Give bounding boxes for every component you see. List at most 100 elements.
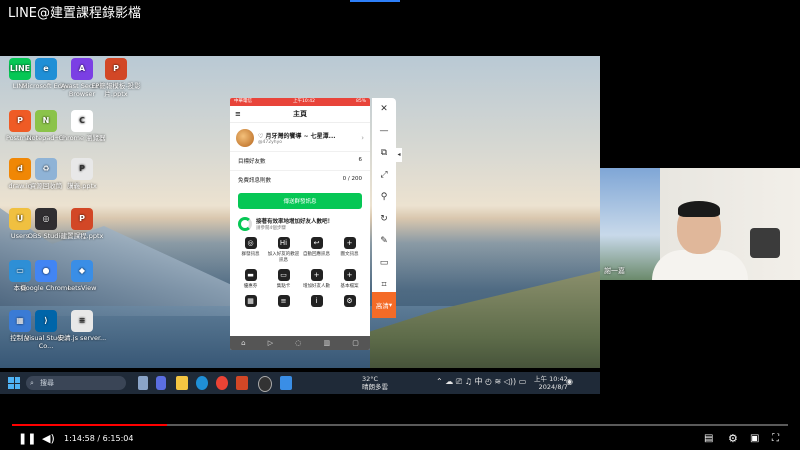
file-explorer-icon[interactable] bbox=[176, 376, 188, 390]
volume-icon[interactable]: ◀) bbox=[42, 432, 55, 446]
weather-widget[interactable]: 32°C 晴朗多雲 bbox=[362, 375, 388, 391]
screenshot-icon[interactable]: ⧉ bbox=[372, 142, 396, 164]
feature-grid-item[interactable]: + 基本檔案 bbox=[333, 269, 366, 289]
feature-grid-item[interactable]: + 增加好友人數 bbox=[300, 269, 333, 289]
ime-indicator: 中 bbox=[474, 377, 483, 386]
office-chair bbox=[750, 228, 780, 258]
pen-icon[interactable]: ✎ bbox=[372, 230, 396, 252]
messages-row[interactable]: 免費訊息則數 0 / 200 bbox=[230, 170, 370, 189]
mirror-toolbar: ✕ — ⧉ ⤢ ⚲ ↻ ✎ ▭ ⌗ ◉ bbox=[372, 98, 396, 318]
current-time: 1:14:58 bbox=[64, 434, 95, 443]
desktop-icon[interactable]: C Chrome 瀏覽器 bbox=[56, 110, 108, 142]
city-window-view bbox=[600, 168, 660, 280]
feature-label: 自動回應訊息 bbox=[303, 252, 330, 257]
feature-grid-item[interactable]: ↩ 自動回應訊息 bbox=[300, 237, 333, 263]
broadcast-button[interactable]: 傳送群發訊息 bbox=[238, 193, 362, 209]
desktop-icon[interactable]: P 建置課程.pptx bbox=[56, 208, 108, 240]
feature-grid-item[interactable]: ▭ 集點卡 bbox=[267, 269, 300, 289]
desktop-icon[interactable]: P EP簡報模板-投影片.pptx bbox=[90, 58, 142, 98]
feature-icon: Hi bbox=[277, 237, 290, 249]
tray-icons[interactable]: ⌃ ☁ ⎚ ♫ 中 ◴ ≋ ◁)) ▭ bbox=[436, 378, 526, 386]
feature-label: 加入好友的歡迎訊息 bbox=[267, 252, 300, 263]
friends-row[interactable]: 目標好友數 6 bbox=[230, 151, 370, 170]
feature-grid-item[interactable]: + 圖文訊息 bbox=[333, 237, 366, 263]
taskbar-clock[interactable]: 上午 10:42 2024/8/7 bbox=[534, 375, 568, 391]
chat-icon[interactable]: ◌ bbox=[295, 339, 301, 347]
feature-icon: ↩ bbox=[310, 237, 323, 249]
settings-gear-icon[interactable]: ⚙ bbox=[728, 432, 738, 446]
edge-icon[interactable] bbox=[196, 376, 208, 390]
feature-grid-item[interactable]: ⚙ bbox=[333, 295, 366, 309]
collapse-arrow-icon[interactable]: ◂ bbox=[396, 148, 402, 162]
feature-label: 圖文訊息 bbox=[340, 252, 359, 257]
fullscreen-player-icon[interactable]: ⛶ bbox=[772, 432, 779, 446]
hq-label: 高清 bbox=[375, 302, 389, 310]
letsview-icon[interactable] bbox=[280, 376, 292, 390]
taskbar-search[interactable]: ⌕ 搜尋 bbox=[26, 376, 126, 390]
app-icon: N bbox=[35, 110, 57, 132]
battery-label: 85% bbox=[355, 99, 366, 104]
progress-played[interactable] bbox=[12, 424, 168, 426]
captions-icon[interactable]: ▤ bbox=[704, 432, 713, 446]
search-icon: ⌕ bbox=[30, 379, 34, 387]
pin-icon[interactable]: ⚲ bbox=[372, 186, 396, 208]
page-icon[interactable]: ▢ bbox=[352, 339, 359, 347]
feature-grid-item[interactable]: ▦ bbox=[234, 295, 267, 309]
account-card[interactable]: ♡ 月牙灣的饗導 ~ 七星潭... @472yhyo › bbox=[230, 123, 370, 151]
feature-icon: ⚙ bbox=[343, 295, 356, 307]
app-icon: ≡ bbox=[71, 310, 93, 332]
feature-grid-item[interactable]: Hi 加入好友的歡迎訊息 bbox=[267, 237, 300, 263]
pause-icon[interactable]: ❚❚ bbox=[18, 432, 36, 446]
close-icon[interactable]: ✕ bbox=[372, 98, 396, 120]
app-icon: P bbox=[71, 158, 93, 180]
task-view-icon[interactable] bbox=[138, 376, 148, 390]
phone-nav-bar: ≡ 主頁 bbox=[230, 106, 370, 123]
desktop-icon[interactable]: ◆ LetsView bbox=[56, 260, 108, 292]
hq-quality-button[interactable]: 高清 ▾ bbox=[372, 292, 396, 318]
tip-subtitle: 請參閱4個步驟 bbox=[256, 226, 286, 231]
app-icon: ♻ bbox=[35, 158, 57, 180]
minimize-icon[interactable]: — bbox=[372, 120, 396, 142]
app-icon: ● bbox=[35, 260, 57, 282]
desktop-icon[interactable]: P 講義.pptx bbox=[56, 158, 108, 190]
notification-icon[interactable]: ◉ bbox=[566, 378, 573, 386]
desktop-icon-label: 建置課程.pptx bbox=[60, 232, 104, 240]
feature-grid: ◎ 群發訊息 Hi 加入好友的歡迎訊息 ↩ 自動回應訊息 + 圖文訊息 ▬ 優惠券 ▭ 集點卡 + 增加好… bbox=[230, 235, 370, 311]
feature-icon: ≡ bbox=[277, 295, 290, 307]
miniplayer-icon[interactable]: ▣ bbox=[750, 432, 759, 446]
fullscreen-icon[interactable]: ⤢ bbox=[372, 164, 396, 186]
growth-tip-card[interactable]: 接著有效率地增加好友人數吧！ 請參閱4個步驟 bbox=[230, 213, 370, 235]
obs-icon[interactable] bbox=[258, 376, 272, 392]
weather-text: 晴朗多雲 bbox=[362, 383, 388, 391]
feature-icon: ▭ bbox=[277, 269, 290, 281]
feature-grid-item[interactable]: ▬ 優惠券 bbox=[234, 269, 267, 289]
feature-label: 集點卡 bbox=[276, 284, 291, 289]
clock-time: 上午 10:42 bbox=[534, 375, 568, 383]
rotate-icon[interactable]: ↻ bbox=[372, 208, 396, 230]
chrome-icon[interactable] bbox=[216, 376, 228, 390]
play-icon[interactable]: ▷ bbox=[268, 339, 273, 347]
feature-grid-item[interactable]: ◎ 群發訊息 bbox=[234, 237, 267, 263]
app-icon: ◆ bbox=[71, 260, 93, 282]
stats-icon[interactable]: ▥ bbox=[324, 339, 331, 347]
desktop-icon-label: 講義.pptx bbox=[67, 182, 97, 190]
teams-icon[interactable] bbox=[156, 376, 166, 390]
powerpoint-icon[interactable] bbox=[236, 376, 248, 390]
app-icon: P bbox=[71, 208, 93, 230]
friends-value: 6 bbox=[358, 157, 363, 163]
feature-icon: + bbox=[310, 269, 323, 281]
start-icon[interactable] bbox=[8, 377, 20, 389]
phone-mirror-window: 中華電信 上午10:42 85% ≡ 主頁 ♡ 月牙灣的饗導 ~ 七星潭... … bbox=[230, 98, 370, 350]
app-icon: ◎ bbox=[35, 208, 57, 230]
feature-grid-item[interactable]: i bbox=[300, 295, 333, 309]
whiteboard-icon[interactable]: ▭ bbox=[372, 252, 396, 274]
feature-grid-item[interactable]: ≡ bbox=[267, 295, 300, 309]
menu-icon[interactable]: ≡ bbox=[235, 110, 241, 118]
app-icon: P bbox=[105, 58, 127, 80]
app-icon: e bbox=[35, 58, 57, 80]
weather-temp: 32°C bbox=[362, 375, 379, 383]
home-icon[interactable]: ⌂ bbox=[241, 339, 245, 347]
feature-icon: i bbox=[310, 295, 323, 307]
feature-icon: ▬ bbox=[244, 269, 257, 281]
desktop-icon[interactable]: ≡ 安清.js server... bbox=[56, 310, 108, 342]
